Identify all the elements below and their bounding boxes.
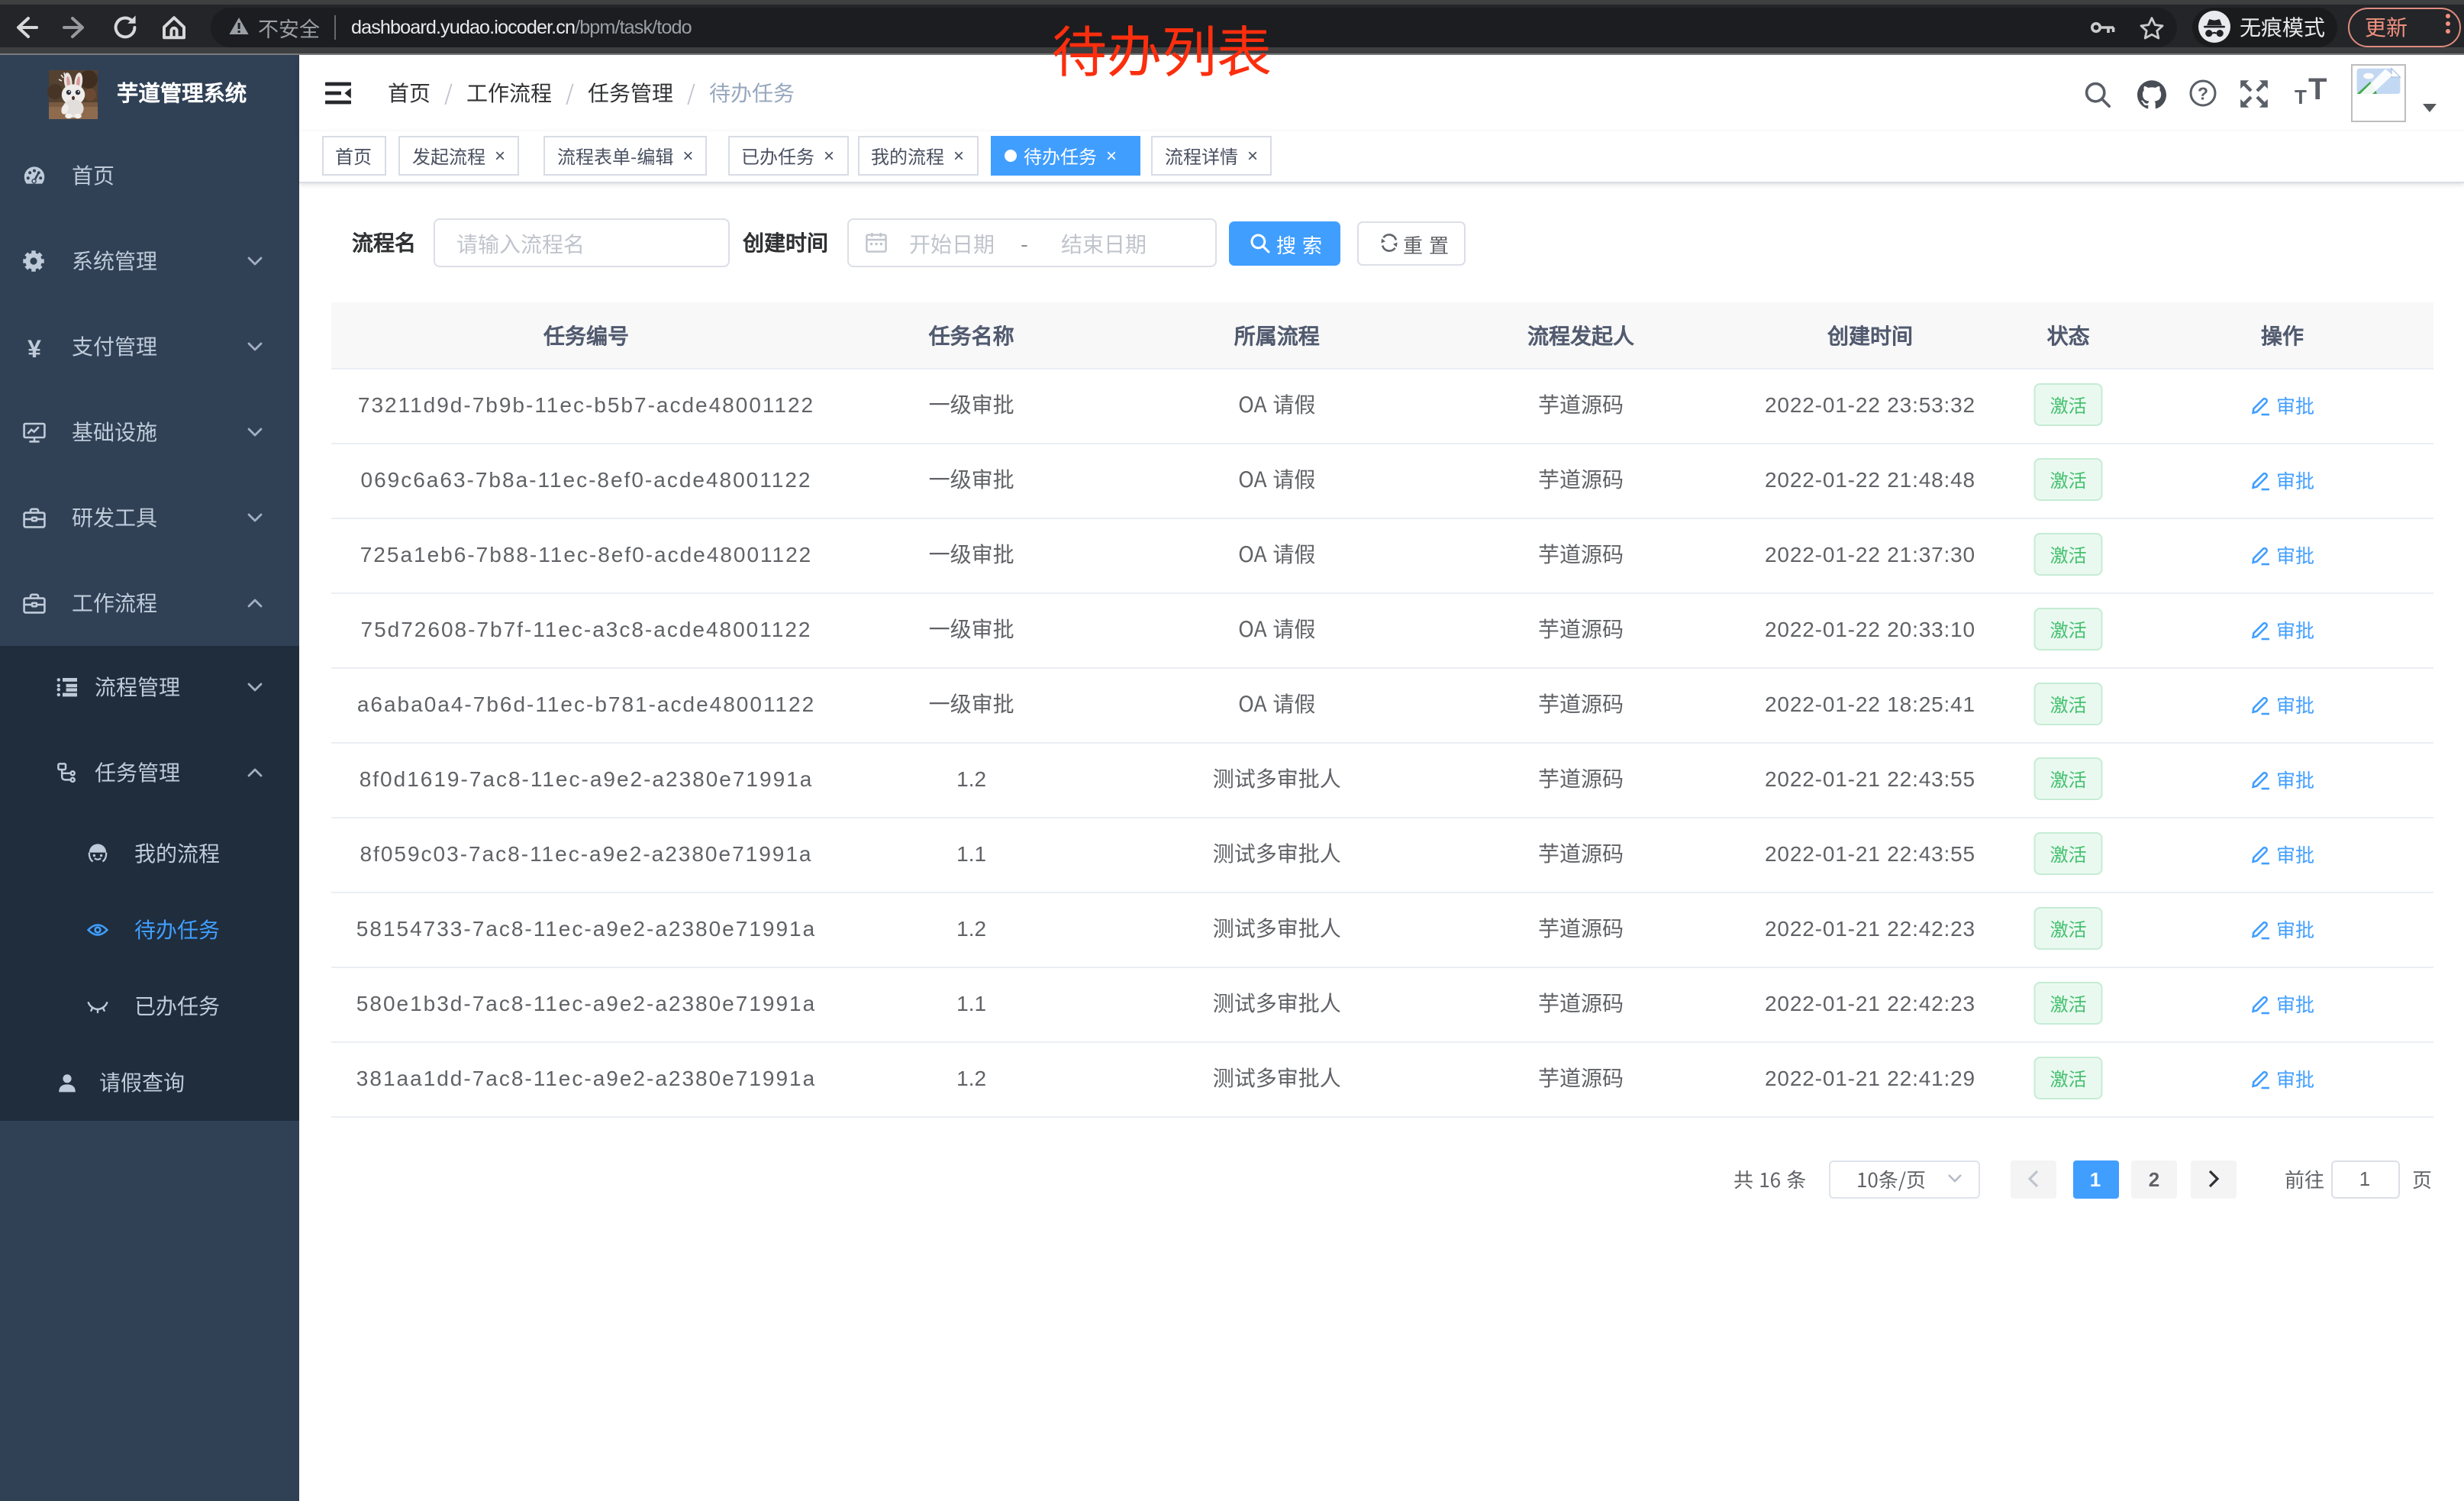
svg-text:?: ? [2197, 83, 2208, 103]
